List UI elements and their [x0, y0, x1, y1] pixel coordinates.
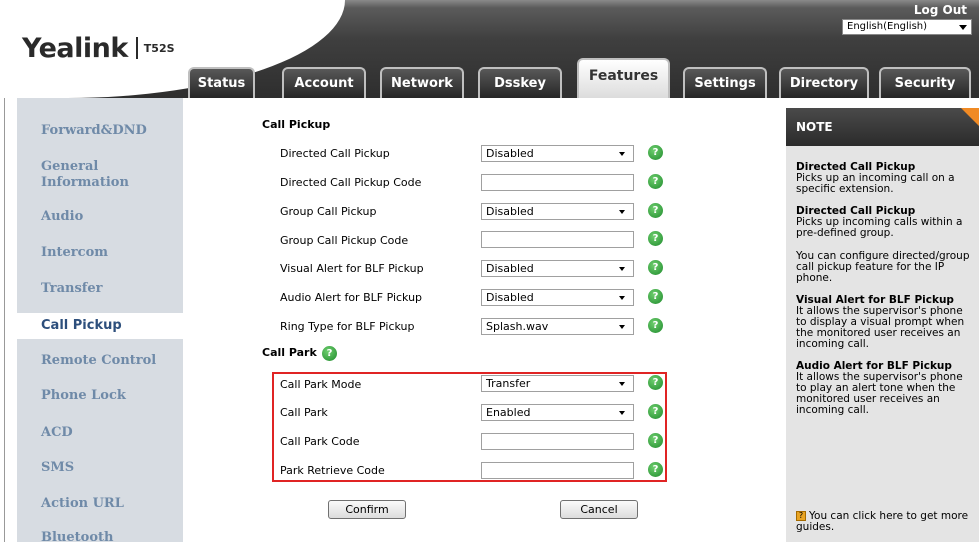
note-text: Picks up an incoming call on a specific …	[796, 172, 955, 195]
sidebar-item-forward-dnd[interactable]: Forward&DND	[17, 123, 183, 139]
help-icon[interactable]: ?	[648, 375, 663, 390]
note-text: You can configure directed/group call pi…	[796, 250, 970, 284]
sidebar-item-transfer[interactable]: Transfer	[17, 281, 183, 297]
chevron-down-icon	[619, 267, 625, 271]
chevron-down-icon	[619, 152, 625, 156]
help-icon[interactable]: ?	[648, 289, 663, 304]
language-value: English(English)	[847, 21, 928, 32]
page: Yealink T52S Log Out English(English) St…	[0, 0, 979, 542]
help-icon[interactable]: ?	[648, 462, 663, 477]
label-directed-call-pickup: Directed Call Pickup	[280, 147, 390, 160]
label-park-retrieve-code: Park Retrieve Code	[280, 464, 385, 477]
label-ring-type-blf: Ring Type for BLF Pickup	[280, 320, 415, 333]
help-icon[interactable]: ?	[648, 231, 663, 246]
sidebar-item-general-information[interactable]: General Information	[17, 159, 147, 191]
help-icon[interactable]: ?	[648, 433, 663, 448]
note-corner-accent	[961, 108, 979, 126]
select-directed-call-pickup[interactable]: Disabled	[481, 145, 634, 162]
select-value: Transfer	[486, 377, 531, 390]
guides-text: You can click here to get more guides.	[796, 510, 969, 533]
logo: Yealink T52S	[22, 30, 175, 66]
label-audio-alert-blf: Audio Alert for BLF Pickup	[280, 291, 423, 304]
chevron-down-icon	[619, 296, 625, 300]
tab-status[interactable]: Status	[188, 67, 255, 98]
book-icon: ?	[796, 511, 806, 521]
select-value: Disabled	[486, 291, 534, 304]
help-icon[interactable]: ?	[648, 404, 663, 419]
help-icon[interactable]: ?	[648, 145, 663, 160]
help-icon[interactable]: ?	[648, 260, 663, 275]
tab-network[interactable]: Network	[380, 67, 464, 98]
cancel-button[interactable]: Cancel	[560, 500, 638, 519]
tab-account[interactable]: Account	[282, 67, 366, 98]
label-visual-alert-blf: Visual Alert for BLF Pickup	[280, 262, 424, 275]
select-value: Disabled	[486, 262, 534, 275]
select-ring-type-blf[interactable]: Splash.wav	[481, 318, 634, 335]
select-value: Splash.wav	[486, 320, 549, 333]
note-text: It allows the supervisor's phone to disp…	[796, 305, 965, 350]
tab-dsskey[interactable]: Dsskey	[478, 67, 562, 98]
confirm-button[interactable]: Confirm	[328, 500, 406, 519]
tab-features[interactable]: Features	[577, 58, 670, 98]
section-title-call-pickup: Call Pickup	[262, 118, 331, 131]
select-audio-alert-blf[interactable]: Disabled	[481, 289, 634, 306]
tab-directory[interactable]: Directory	[779, 67, 869, 98]
note-panel: NOTE Directed Call Pickup Picks up an in…	[786, 108, 979, 542]
logo-text: Yealink	[22, 32, 128, 64]
label-group-call-pickup: Group Call Pickup	[280, 205, 377, 218]
label-call-park: Call Park	[280, 406, 328, 419]
chevron-down-icon	[959, 25, 967, 30]
input-call-park-code[interactable]	[481, 433, 634, 450]
input-park-retrieve-code[interactable]	[481, 462, 634, 479]
sidebar-item-intercom[interactable]: Intercom	[17, 245, 183, 261]
section-title-call-park: Call Park	[262, 346, 317, 359]
chevron-down-icon	[619, 325, 625, 329]
sidebar-item-acd[interactable]: ACD	[17, 425, 183, 441]
logout-link[interactable]: Log Out	[914, 3, 967, 17]
sidebar-item-phone-lock[interactable]: Phone Lock	[17, 388, 183, 404]
select-visual-alert-blf[interactable]: Disabled	[481, 260, 634, 277]
select-value: Disabled	[486, 147, 534, 160]
language-select[interactable]: English(English)	[842, 19, 972, 35]
select-call-park-mode[interactable]: Transfer	[481, 375, 634, 392]
tab-security[interactable]: Security	[879, 67, 971, 98]
note-title: NOTE	[786, 108, 979, 146]
help-icon[interactable]: ?	[322, 346, 337, 361]
chevron-down-icon	[619, 411, 625, 415]
sidebar-item-sms[interactable]: SMS	[17, 460, 183, 476]
sidebar-item-call-pickup[interactable]: Call Pickup	[17, 313, 183, 339]
chevron-down-icon	[619, 382, 625, 386]
header: Yealink T52S Log Out English(English) St…	[0, 0, 979, 100]
select-call-park[interactable]: Enabled	[481, 404, 634, 421]
label-call-park-mode: Call Park Mode	[280, 378, 362, 391]
note-text: It allows the supervisor's phone to play…	[796, 371, 963, 416]
label-directed-call-pickup-code: Directed Call Pickup Code	[280, 176, 422, 189]
model-label: T52S	[143, 41, 175, 55]
sidebar-item-action-url[interactable]: Action URL	[17, 496, 183, 512]
select-value: Disabled	[486, 205, 534, 218]
select-value: Enabled	[486, 406, 531, 419]
logo-separator	[135, 37, 138, 59]
help-icon[interactable]: ?	[648, 174, 663, 189]
input-directed-call-pickup-code[interactable]	[481, 174, 634, 191]
label-call-park-code: Call Park Code	[280, 435, 360, 448]
sidebar: Forward&DND General Information Audio In…	[17, 98, 183, 542]
input-group-call-pickup-code[interactable]	[481, 231, 634, 248]
select-group-call-pickup[interactable]: Disabled	[481, 203, 634, 220]
left-border	[4, 98, 5, 542]
sidebar-item-remote-control[interactable]: Remote Control	[17, 353, 183, 369]
label-group-call-pickup-code: Group Call Pickup Code	[280, 234, 409, 247]
help-icon[interactable]: ?	[648, 318, 663, 333]
help-icon[interactable]: ?	[648, 203, 663, 218]
tab-settings[interactable]: Settings	[683, 67, 767, 98]
guides-link[interactable]: ? You can click here to get more guides.	[796, 511, 976, 533]
sidebar-item-bluetooth[interactable]: Bluetooth	[17, 530, 183, 542]
sidebar-item-audio[interactable]: Audio	[17, 209, 183, 225]
chevron-down-icon	[619, 210, 625, 214]
note-text: Picks up incoming calls within a pre-def…	[796, 216, 963, 239]
